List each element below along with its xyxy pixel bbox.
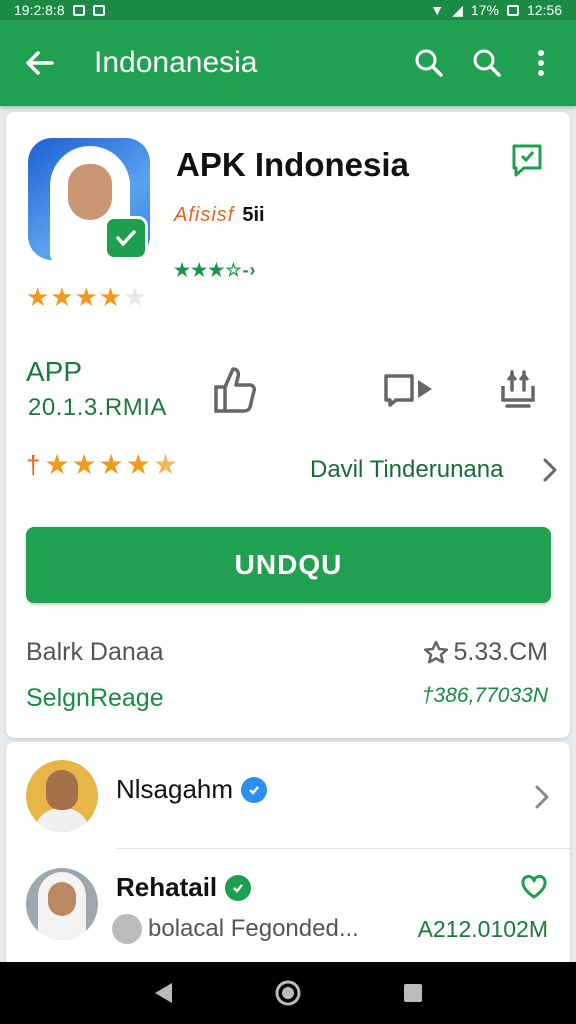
device-download-icon: [501, 370, 535, 408]
list-item-size: A212.0102M: [417, 916, 548, 942]
nav-back-button[interactable]: [133, 962, 193, 1024]
search-button[interactable]: [400, 20, 458, 106]
back-button[interactable]: [0, 20, 80, 106]
share-icon: [384, 374, 432, 407]
version-label: 20.1.3.RMIA: [28, 394, 167, 421]
developer-name[interactable]: Afisisf: [174, 204, 234, 227]
nav-recents-button[interactable]: [383, 962, 443, 1024]
bookmark-icon: [512, 144, 542, 177]
nav-back-icon: [154, 983, 172, 1003]
related-list-card: Nlsagahm Rehatail bolacal Fegonded... A2…: [6, 742, 570, 972]
status-time-right: 12:56: [526, 2, 562, 18]
status-bar: 19:2:8:8 ▼ ◢ 17% 12:56: [0, 0, 576, 20]
rating-row: †★★★★★: [26, 449, 180, 480]
download-button[interactable]: UNDQU: [26, 527, 551, 603]
mini-rating: ★★★☆-›: [174, 260, 257, 280]
device-install-button[interactable]: [490, 362, 546, 418]
list-item[interactable]: Rehatail bolacal Fegonded... A212.0102M: [6, 862, 570, 958]
type-label: APP: [26, 356, 83, 387]
battery-label: 17%: [470, 2, 499, 18]
search-icon: [415, 49, 443, 77]
app-bar-title: Indonanesia: [94, 46, 258, 79]
thumbs-up-icon: [214, 367, 256, 413]
info-label-2: SelgnReage: [26, 684, 164, 712]
author-link[interactable]: Davil Tinderunana: [310, 452, 558, 488]
star-rating: ★★★★★: [26, 282, 148, 312]
author-name: Davil Tinderunana: [310, 456, 504, 483]
nav-recents-icon: [404, 984, 423, 1002]
search-button-2[interactable]: [458, 20, 516, 106]
verified-icon: [225, 874, 252, 901]
notification-icon: [72, 4, 85, 16]
avatar: [26, 868, 98, 940]
chevron-right-icon: [535, 785, 549, 809]
wifi-icon: ▼: [430, 2, 445, 18]
info-value-1-text: 5.33.CM: [453, 638, 548, 666]
app-title: APK Indonesia: [176, 146, 409, 183]
app-bar: Indonanesia: [0, 20, 576, 106]
info-value-2: †386,77033N: [421, 684, 548, 707]
verified-icon: [241, 776, 268, 803]
list-item-subtitle-row: bolacal Fegonded...: [112, 914, 359, 944]
like-button[interactable]: [206, 358, 264, 420]
list-item-name: Nlsagahm: [116, 774, 234, 804]
verified-badge-icon: [104, 216, 148, 260]
app-detail-card: APK Indonesia Afisisf 5ii ★★★☆-› ★★★★★ A…: [6, 112, 570, 738]
info-label-1: Balrk Danaa: [26, 638, 164, 666]
notification-icon: [92, 4, 105, 16]
status-time-left: 19:2:8:8: [14, 2, 65, 18]
more-menu-button[interactable]: [516, 20, 566, 106]
signal-icon: ◢: [452, 1, 463, 18]
info-value-1: 5.33.CM: [422, 638, 548, 667]
battery-icon: [506, 4, 519, 16]
list-item-name: Rehatail: [116, 872, 218, 902]
list-item-name-row: Rehatail: [116, 872, 252, 903]
list-item-subtitle: bolacal Fegonded...: [148, 915, 359, 942]
system-nav-bar: [0, 962, 576, 1024]
nav-home-icon: [275, 980, 301, 1006]
share-button[interactable]: [378, 362, 440, 418]
developer-line: Afisisf 5ii: [174, 204, 265, 227]
heart-icon[interactable]: [520, 874, 548, 900]
bookmark-button[interactable]: [510, 142, 544, 183]
star-outline-icon: [423, 640, 448, 663]
divider: [116, 848, 570, 849]
list-item-name-row: Nlsagahm: [116, 774, 268, 805]
rating-prefix: †: [26, 450, 43, 480]
more-vert-icon: [538, 50, 544, 76]
nav-home-button[interactable]: [258, 962, 318, 1024]
list-item[interactable]: Nlsagahm: [6, 754, 570, 850]
search-icon: [473, 49, 501, 77]
chevron-right-icon: [543, 458, 557, 482]
user-icon: [112, 914, 142, 944]
arrow-left-icon: [26, 51, 54, 75]
avatar: [26, 760, 98, 832]
version-short: 5ii: [242, 204, 265, 226]
